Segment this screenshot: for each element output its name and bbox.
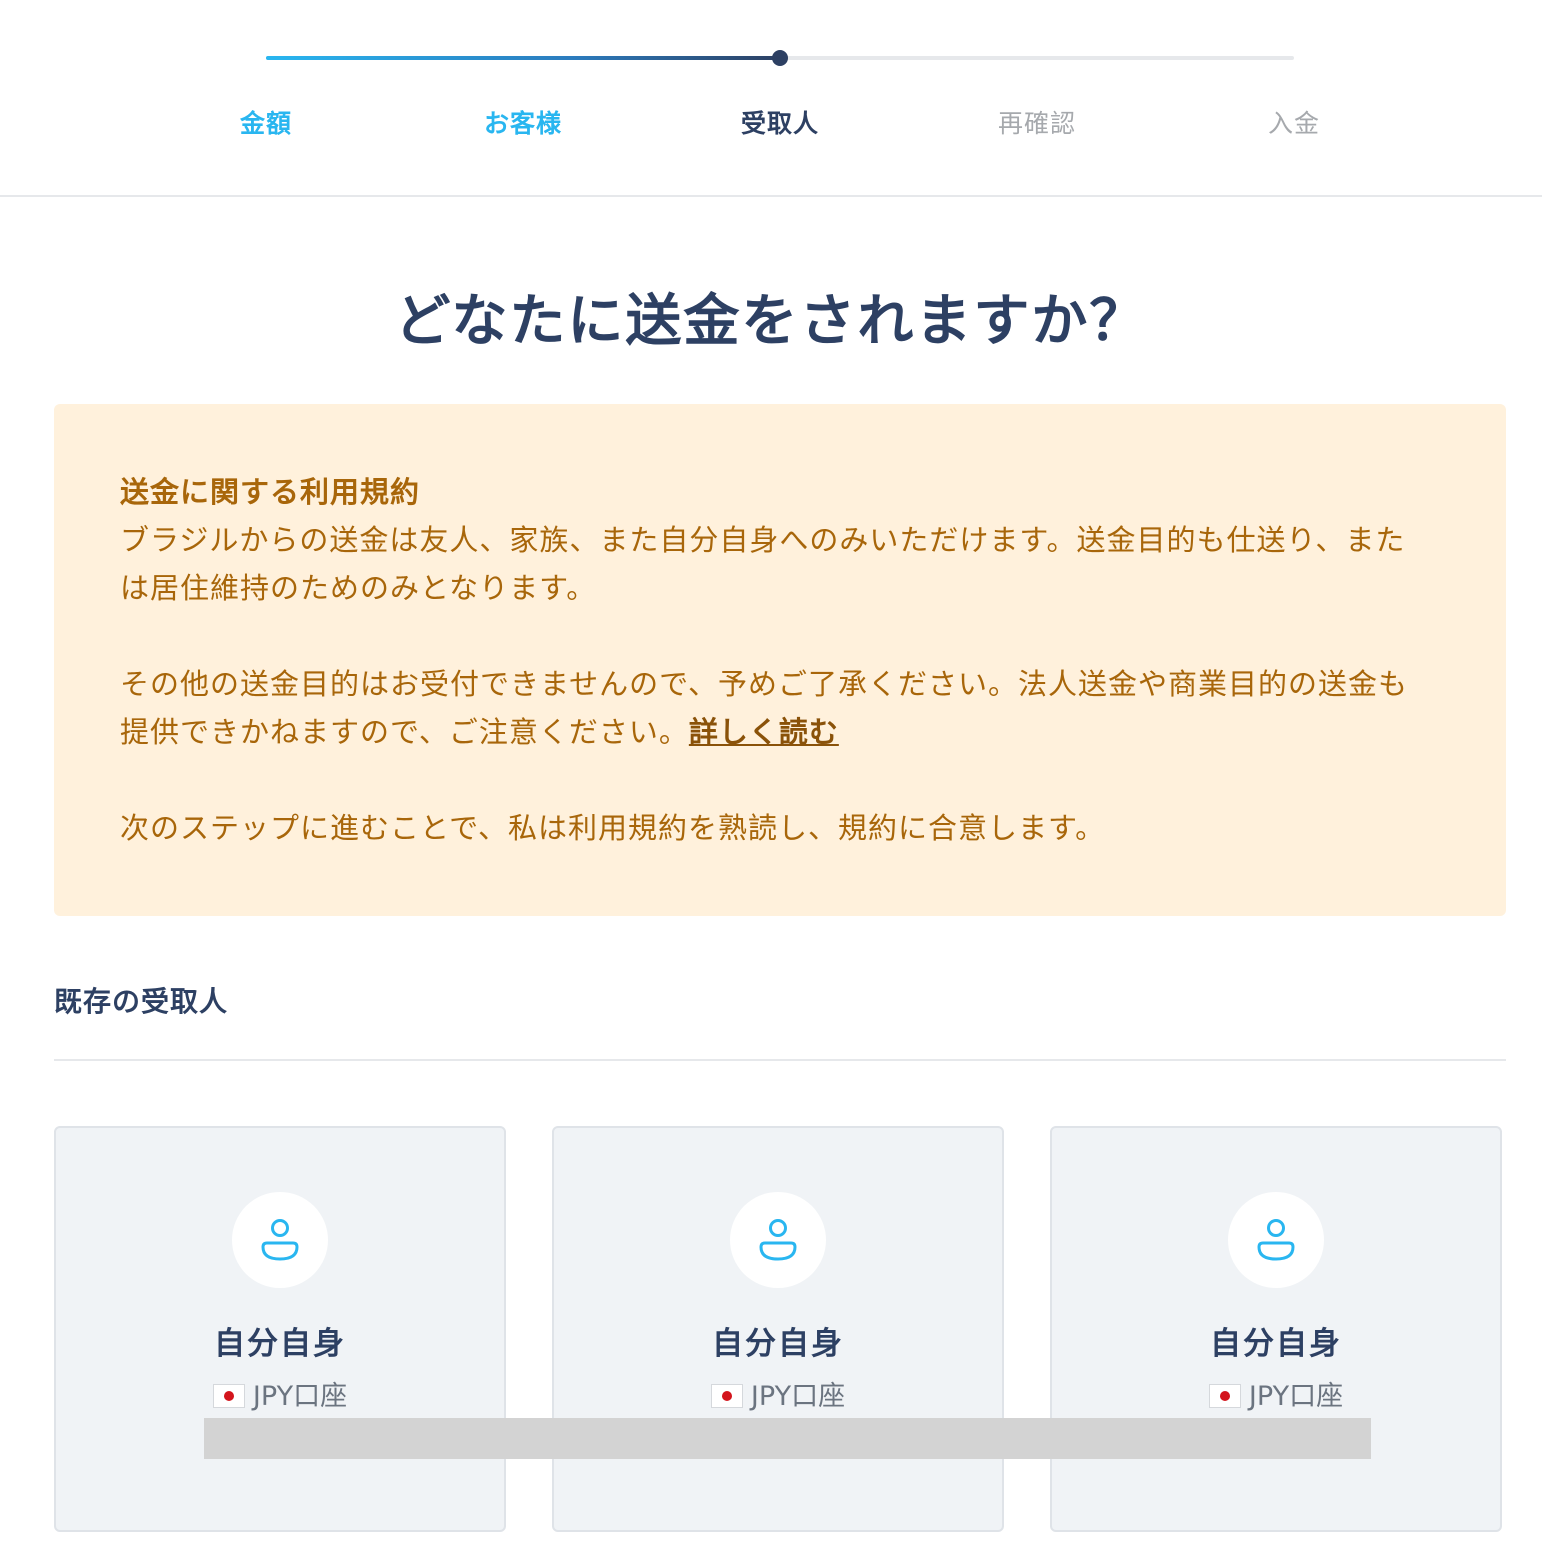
terms-paragraph-1: 送金に関する利用規約 ブラジルからの送金は友人、家族、また自分自身へのみいただけ… bbox=[120, 468, 1430, 612]
user-icon bbox=[1257, 1219, 1295, 1261]
section-divider bbox=[54, 1059, 1506, 1061]
recipient-card[interactable]: 自分自身 JPY口座 bbox=[54, 1126, 506, 1532]
page: 金額 お客様 受取人 再確認 入金 どなたに送金をされますか？ 送金に関する利用… bbox=[0, 0, 1542, 1558]
step-payment: 入金 bbox=[1267, 109, 1320, 138]
account-currency: JPY口座 bbox=[1248, 1381, 1344, 1412]
recipient-card[interactable]: 自分自身 JPY口座 bbox=[552, 1126, 1004, 1532]
recipient-name: 自分自身 bbox=[1210, 1326, 1342, 1362]
step-amount[interactable]: 金額 bbox=[166, 104, 366, 140]
existing-recipients-heading: 既存の受取人 bbox=[54, 985, 229, 1018]
account-currency: JPY口座 bbox=[750, 1381, 846, 1412]
avatar bbox=[1228, 1192, 1324, 1288]
page-title: どなたに送金をされますか？ bbox=[394, 289, 1148, 354]
terms-heading: 送金に関する利用規約 bbox=[120, 475, 421, 509]
user-icon bbox=[759, 1219, 797, 1261]
progress-fill bbox=[266, 56, 780, 60]
progress-stepper: 金額 お客様 受取人 再確認 入金 bbox=[0, 0, 1542, 197]
recipient-account: JPY口座 bbox=[1052, 1374, 1500, 1413]
recipient-name: 自分自身 bbox=[712, 1326, 844, 1362]
terms-notice: 送金に関する利用規約 ブラジルからの送金は友人、家族、また自分自身へのみいただけ… bbox=[54, 404, 1506, 916]
terms-paragraph-2: その他の送金目的はお受付できませんので、予めご了承ください。法人送金や商業目的の… bbox=[120, 660, 1430, 756]
japan-flag-icon bbox=[710, 1384, 743, 1408]
japan-flag-icon bbox=[1208, 1384, 1241, 1408]
terms-text-1: ブラジルからの送金は友人、家族、また自分自身へのみいただけます。送金目的も仕送り… bbox=[120, 523, 1406, 605]
japan-flag-icon bbox=[212, 1384, 245, 1408]
step-recipient: 受取人 bbox=[740, 109, 819, 138]
avatar bbox=[232, 1192, 328, 1288]
progress-current-dot bbox=[772, 50, 788, 66]
read-more-link[interactable]: 詳しく読む bbox=[689, 715, 839, 749]
step-customer[interactable]: お客様 bbox=[423, 104, 623, 140]
terms-text-3: 次のステップに進むことで、私は利用規約を熟読し、規約に合意します。 bbox=[120, 811, 1106, 845]
redacted-bar bbox=[204, 1418, 1371, 1459]
recipient-card[interactable]: 自分自身 JPY口座 bbox=[1050, 1126, 1502, 1532]
recipient-account: JPY口座 bbox=[56, 1374, 504, 1413]
user-icon bbox=[261, 1219, 299, 1261]
avatar bbox=[730, 1192, 826, 1288]
terms-paragraph-3: 次のステップに進むことで、私は利用規約を熟読し、規約に合意します。 bbox=[120, 804, 1430, 852]
terms-notice-content: 送金に関する利用規約 ブラジルからの送金は友人、家族、また自分自身へのみいただけ… bbox=[120, 468, 1430, 852]
recipient-account: JPY口座 bbox=[554, 1374, 1002, 1413]
step-review: 再確認 bbox=[997, 109, 1076, 138]
account-currency: JPY口座 bbox=[252, 1381, 348, 1412]
recipient-name: 自分自身 bbox=[214, 1326, 346, 1362]
